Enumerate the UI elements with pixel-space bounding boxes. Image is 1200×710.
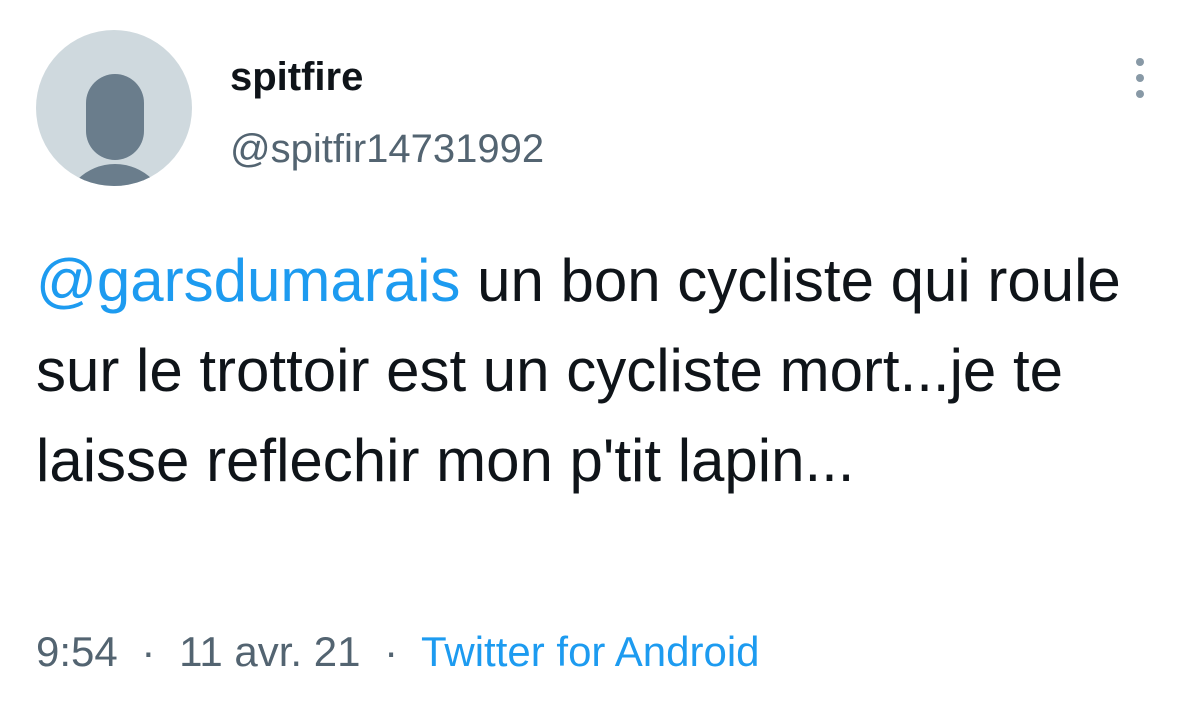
tweet-source-link[interactable]: Twitter for Android	[421, 628, 759, 675]
avatar-head-shape	[86, 74, 144, 160]
avatar-body-shape	[62, 164, 168, 186]
ellipsis-dot	[1136, 74, 1144, 82]
tweet-meta: 9:54 · 11 avr. 21 · Twitter for Android	[36, 626, 760, 678]
ellipsis-dot	[1136, 58, 1144, 66]
meta-separator: ·	[384, 628, 399, 675]
mention-link[interactable]: @garsdumarais	[36, 247, 460, 314]
meta-separator: ·	[141, 628, 156, 675]
tweet-date[interactable]: 11 avr. 21	[179, 628, 360, 675]
tweet-text: @garsdumarais un bon cycliste qui roule …	[36, 236, 1176, 506]
default-profile-avatar-icon[interactable]	[36, 30, 192, 186]
author-handle[interactable]: @spitfir14731992	[230, 126, 544, 172]
ellipsis-dot	[1136, 90, 1144, 98]
vertical-ellipsis-icon[interactable]	[1124, 56, 1156, 100]
author-display-name[interactable]: spitfire	[230, 54, 363, 100]
tweet-time[interactable]: 9:54	[36, 628, 118, 675]
tweet: spitfire @spitfir14731992 @garsdumarais …	[0, 0, 1200, 710]
